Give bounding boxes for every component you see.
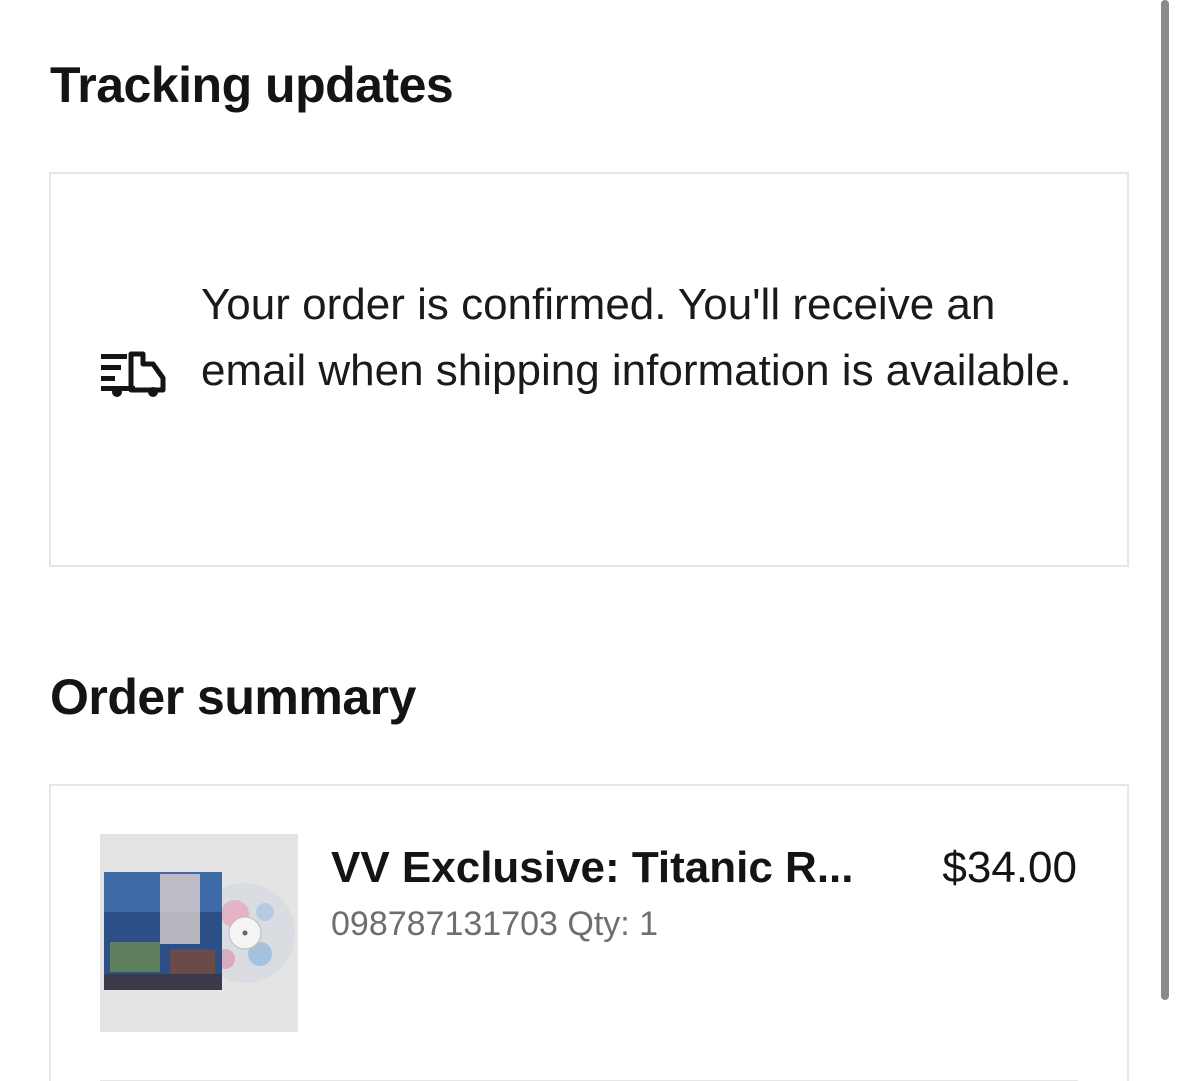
- product-info: VV Exclusive: Titanic R... 098787131703 …: [331, 840, 891, 946]
- truck-icon: [101, 351, 166, 397]
- product-quantity: Qty: 1: [567, 905, 659, 943]
- product-name[interactable]: VV Exclusive: Titanic R...: [331, 840, 891, 896]
- product-price: $34.00: [942, 843, 1077, 892]
- scrollbar[interactable]: [1161, 0, 1169, 1000]
- product-sku: 098787131703: [331, 905, 558, 943]
- tracking-updates-heading: Tracking updates: [50, 57, 454, 113]
- tracking-status-message: Your order is confirmed. You'll receive …: [201, 280, 1072, 395]
- order-summary-heading: Order summary: [50, 669, 416, 725]
- order-summary-card: VV Exclusive: Titanic R... 098787131703 …: [49, 784, 1129, 1081]
- product-image[interactable]: [100, 834, 298, 1032]
- tracking-updates-card: Your order is confirmed. You'll receive …: [49, 172, 1129, 567]
- vinyl-record-product-image: [100, 834, 298, 1032]
- order-details-page: Tracking updates Your order is confirmed…: [0, 0, 1179, 1081]
- product-meta: 098787131703 Qty: 1: [331, 902, 891, 946]
